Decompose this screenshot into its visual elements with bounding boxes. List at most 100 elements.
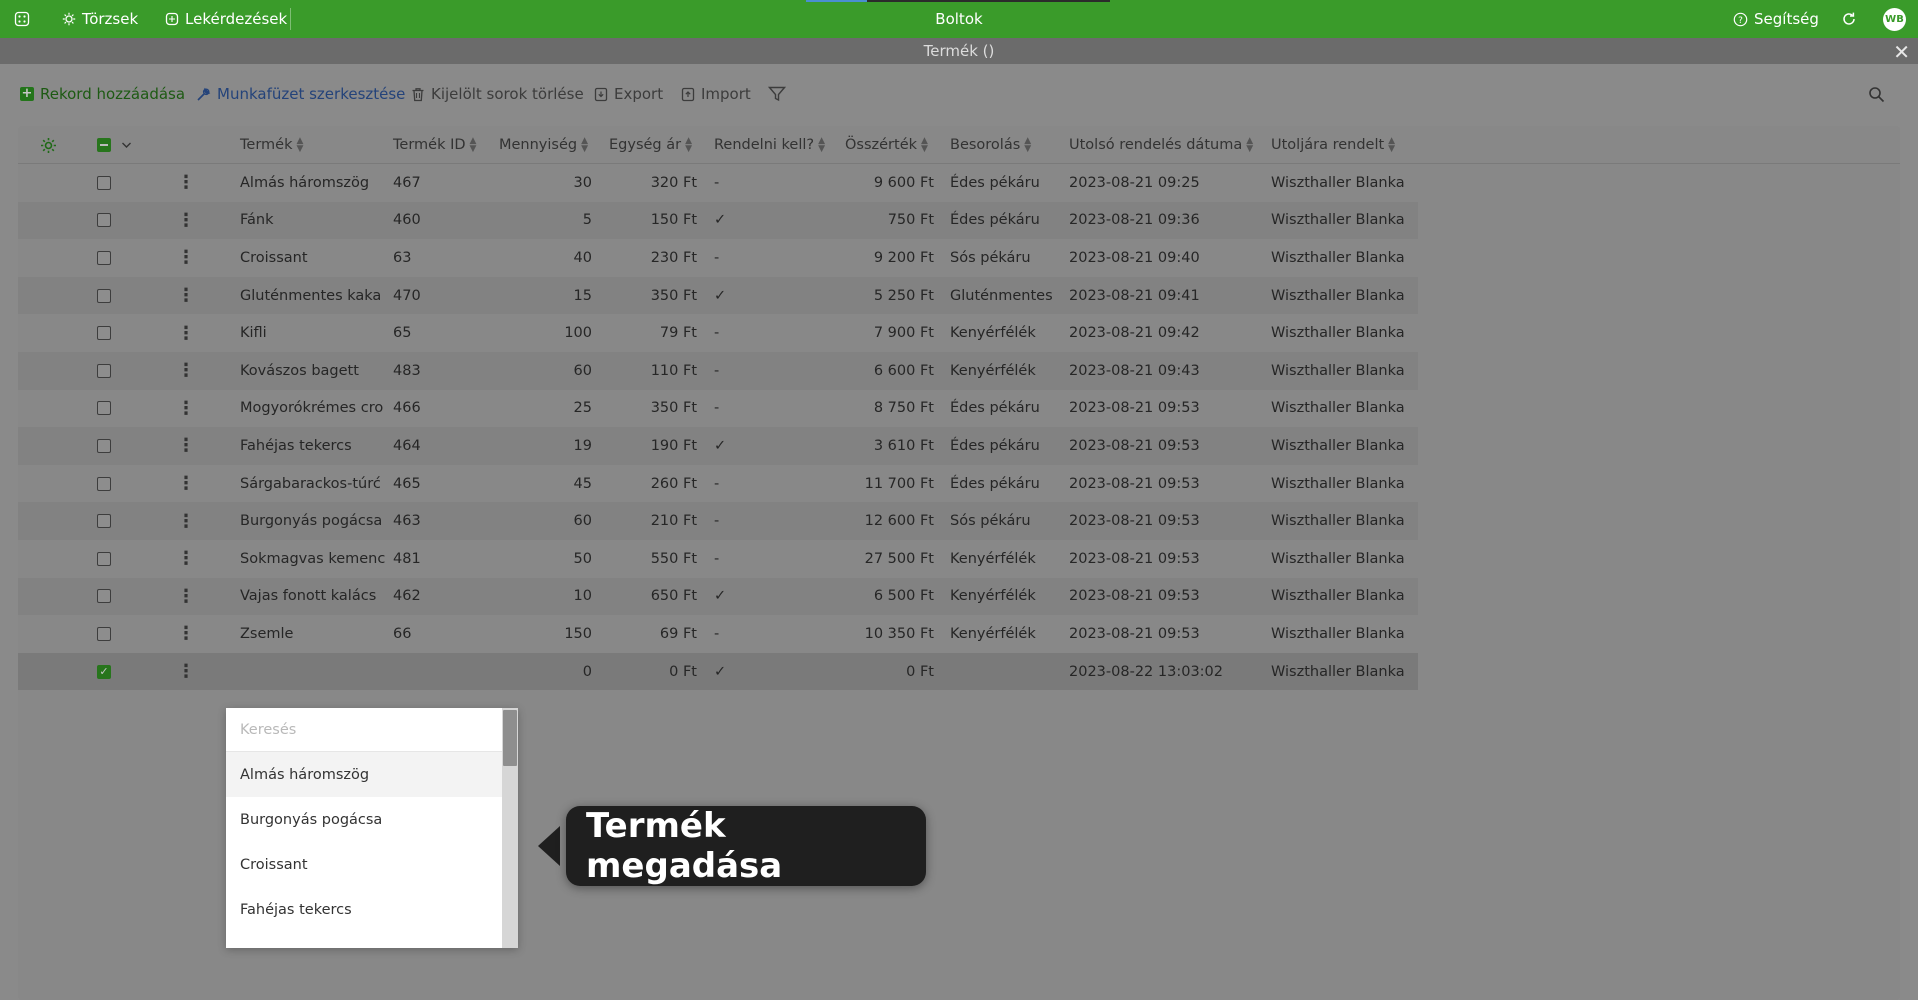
row-checkbox[interactable] bbox=[97, 390, 111, 428]
cell-besorolas[interactable]: Édes pékáru bbox=[950, 202, 1068, 240]
cell-termek-id[interactable]: 462 bbox=[393, 578, 488, 616]
cell-egyseg-ar[interactable]: 230 Ft bbox=[598, 239, 697, 277]
row-menu-icon[interactable]: ⋮ bbox=[177, 615, 195, 653]
cell-egyseg-ar[interactable]: 550 Ft bbox=[598, 540, 697, 578]
cell-termek-id[interactable]: 483 bbox=[393, 352, 488, 390]
cell-utolso-rendeles-datuma[interactable]: 2023-08-21 09:53 bbox=[1069, 578, 1269, 616]
row-checkbox[interactable] bbox=[97, 202, 111, 240]
cell-utolso-rendeles-datuma[interactable]: 2023-08-21 09:36 bbox=[1069, 202, 1269, 240]
export-button[interactable]: Export bbox=[594, 82, 663, 106]
cell-utoljara-rendelt[interactable]: Wiszthaller Blanka bbox=[1271, 502, 1416, 540]
avatar[interactable]: WB bbox=[1883, 8, 1906, 31]
close-icon[interactable]: ✕ bbox=[1893, 40, 1910, 64]
cell-termek-id[interactable]: 481 bbox=[393, 540, 488, 578]
row-checkbox[interactable] bbox=[97, 314, 111, 352]
cell-utolso-rendeles-datuma[interactable]: 2023-08-21 09:40 bbox=[1069, 239, 1269, 277]
cell-osszertek[interactable]: 8 750 Ft bbox=[818, 390, 934, 428]
cell-termek[interactable] bbox=[240, 653, 390, 691]
cell-termek[interactable]: Mogyorókrémes cro bbox=[240, 390, 390, 428]
cell-termek-id[interactable] bbox=[393, 653, 488, 691]
delete-selected-button[interactable]: Kijelölt sorok törlése bbox=[411, 82, 584, 106]
cell-besorolas[interactable]: Édes pékáru bbox=[950, 465, 1068, 503]
cell-rendelni-kell[interactable]: - bbox=[714, 164, 754, 202]
table-row[interactable]: ⋮ Vajas fonott kalács 462 10 650 Ft ✓ 6 500 Ft… bbox=[18, 577, 1418, 616]
cell-rendelni-kell[interactable]: - bbox=[714, 352, 754, 390]
table-row[interactable]: ⋮ Croissant 63 40 230 Ft - 9 200 Ft Sós pékáru 2… bbox=[18, 239, 1418, 277]
add-record-button[interactable]: + Rekord hozzáadása bbox=[20, 82, 185, 106]
help-button[interactable]: ? Segítség bbox=[1733, 0, 1819, 38]
row-menu-icon[interactable]: ⋮ bbox=[177, 164, 195, 202]
row-menu-icon[interactable]: ⋮ bbox=[177, 427, 195, 465]
cell-rendelni-kell[interactable]: - bbox=[714, 540, 754, 578]
cell-osszertek[interactable]: 9 200 Ft bbox=[818, 239, 934, 277]
cell-termek[interactable]: Vajas fonott kalács bbox=[240, 578, 390, 616]
cell-utoljara-rendelt[interactable]: Wiszthaller Blanka bbox=[1271, 390, 1416, 428]
column-settings-button[interactable] bbox=[40, 126, 57, 164]
cell-besorolas[interactable]: Kenyérfélék bbox=[950, 578, 1068, 616]
cell-egyseg-ar[interactable]: 320 Ft bbox=[598, 164, 697, 202]
row-menu-icon[interactable]: ⋮ bbox=[177, 653, 195, 691]
cell-rendelni-kell[interactable]: ✓ bbox=[714, 427, 754, 465]
cell-utolso-rendeles-datuma[interactable]: 2023-08-21 09:53 bbox=[1069, 540, 1269, 578]
cell-termek[interactable]: Zsemle bbox=[240, 615, 390, 653]
search-button[interactable] bbox=[1868, 82, 1885, 106]
table-row[interactable]: ⋮ Mogyorókrémes cro 466 25 350 Ft - 8 750 Ft Éd… bbox=[18, 390, 1418, 428]
import-button[interactable]: Import bbox=[681, 82, 751, 106]
cell-termek-id[interactable]: 467 bbox=[393, 164, 488, 202]
col-header-mennyiseg[interactable]: Mennyiség ▲ ▼ bbox=[499, 126, 588, 164]
cell-besorolas[interactable]: Édes pékáru bbox=[950, 427, 1068, 465]
cell-osszertek[interactable]: 7 900 Ft bbox=[818, 314, 934, 352]
col-header-rendelni-kell[interactable]: Rendelni kell? ▲ ▼ bbox=[714, 126, 825, 164]
cell-rendelni-kell[interactable]: ✓ bbox=[714, 202, 754, 240]
cell-mennyiseg[interactable]: 40 bbox=[488, 239, 592, 277]
cell-utoljara-rendelt[interactable]: Wiszthaller Blanka bbox=[1271, 202, 1416, 240]
cell-termek-id[interactable]: 460 bbox=[393, 202, 488, 240]
cell-egyseg-ar[interactable]: 0 Ft bbox=[598, 653, 697, 691]
cell-egyseg-ar[interactable]: 350 Ft bbox=[598, 277, 697, 315]
cell-termek[interactable]: Fánk bbox=[240, 202, 390, 240]
col-header-osszertek[interactable]: Összérték ▲ ▼ bbox=[845, 126, 928, 164]
table-row[interactable]: ⋮ Kifli 65 100 79 Ft - 7 900 Ft Kenyérfélék 2023… bbox=[18, 314, 1418, 352]
row-menu-icon[interactable]: ⋮ bbox=[177, 202, 195, 240]
refresh-button[interactable] bbox=[1840, 0, 1858, 38]
row-menu-icon[interactable]: ⋮ bbox=[177, 465, 195, 503]
cell-osszertek[interactable]: 5 250 Ft bbox=[818, 277, 934, 315]
cell-osszertek[interactable]: 0 Ft bbox=[818, 653, 934, 691]
cell-termek[interactable]: Gluténmentes kaka bbox=[240, 277, 390, 315]
select-all-checkbox[interactable] bbox=[97, 126, 111, 164]
cell-utoljara-rendelt[interactable]: Wiszthaller Blanka bbox=[1271, 239, 1416, 277]
cell-besorolas[interactable]: Sós pékáru bbox=[950, 502, 1068, 540]
cell-termek[interactable]: Kovászos bagett bbox=[240, 352, 390, 390]
cell-utoljara-rendelt[interactable]: Wiszthaller Blanka bbox=[1271, 314, 1416, 352]
cell-mennyiseg[interactable]: 60 bbox=[488, 502, 592, 540]
cell-osszertek[interactable]: 10 350 Ft bbox=[818, 615, 934, 653]
col-header-utolso-rendeles-datuma[interactable]: Utolsó rendelés dátuma ▲ ▼ bbox=[1069, 126, 1253, 164]
cell-mennyiseg[interactable]: 60 bbox=[488, 352, 592, 390]
cell-mennyiseg[interactable]: 19 bbox=[488, 427, 592, 465]
row-checkbox[interactable]: ✓ bbox=[97, 653, 111, 691]
row-menu-icon[interactable]: ⋮ bbox=[177, 502, 195, 540]
cell-egyseg-ar[interactable]: 260 Ft bbox=[598, 465, 697, 503]
table-row[interactable]: ⋮ Sokmagvas kemenc 481 50 550 Ft - 27 500 Ft Ke… bbox=[18, 540, 1418, 578]
col-header-besorolas[interactable]: Besorolás ▲ ▼ bbox=[950, 126, 1031, 164]
row-checkbox[interactable] bbox=[97, 164, 111, 202]
cell-termek[interactable]: Fahéjas tekercs bbox=[240, 427, 390, 465]
table-row[interactable]: ⋮ Burgonyás pogácsa 463 60 210 Ft - 12 600 Ft S… bbox=[18, 502, 1418, 540]
cell-termek-id[interactable]: 465 bbox=[393, 465, 488, 503]
cell-osszertek[interactable]: 11 700 Ft bbox=[818, 465, 934, 503]
row-checkbox[interactable] bbox=[97, 352, 111, 390]
cell-termek[interactable]: Sárgabarackos-túrć bbox=[240, 465, 390, 503]
table-row[interactable]: ⋮ Fánk 460 5 150 Ft ✓ 750 Ft Édes pékáru 2023-08… bbox=[18, 201, 1418, 240]
cell-termek-id[interactable]: 463 bbox=[393, 502, 488, 540]
cell-osszertek[interactable]: 6 500 Ft bbox=[818, 578, 934, 616]
row-checkbox[interactable] bbox=[97, 615, 111, 653]
col-header-egyseg-ar[interactable]: Egység ár ▲ ▼ bbox=[609, 126, 692, 164]
cell-besorolas[interactable]: Kenyérfélék bbox=[950, 615, 1068, 653]
cell-utolso-rendeles-datuma[interactable]: 2023-08-21 09:53 bbox=[1069, 615, 1269, 653]
table-row[interactable]: ⋮ Kovászos bagett 483 60 110 Ft - 6 600 Ft Keny… bbox=[18, 352, 1418, 390]
cell-rendelni-kell[interactable]: - bbox=[714, 465, 754, 503]
cell-egyseg-ar[interactable]: 350 Ft bbox=[598, 390, 697, 428]
cell-termek[interactable]: Croissant bbox=[240, 239, 390, 277]
cell-utolso-rendeles-datuma[interactable]: 2023-08-21 09:25 bbox=[1069, 164, 1269, 202]
dropdown-scrollbar-thumb[interactable] bbox=[503, 710, 517, 766]
